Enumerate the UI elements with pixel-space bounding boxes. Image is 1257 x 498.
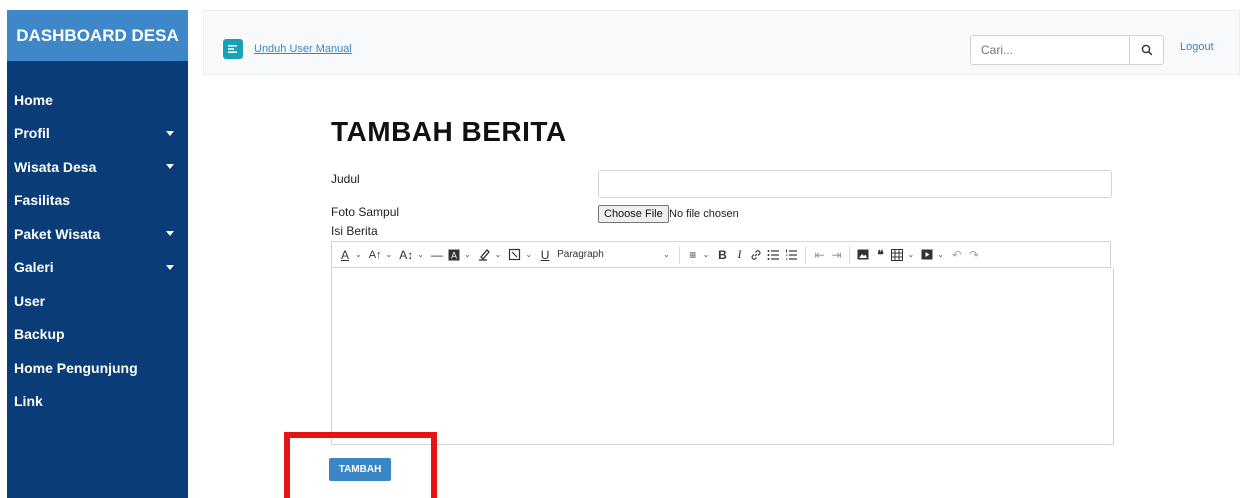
chevron-down-icon[interactable]: ⌄: [663, 250, 670, 259]
sidebar-item-fasilitas[interactable]: Fasilitas: [7, 184, 188, 218]
choose-file-button[interactable]: Choose File: [598, 205, 669, 223]
numbered-list-button[interactable]: [784, 246, 799, 264]
chevron-down-icon[interactable]: ⌄: [417, 250, 424, 259]
highlighter-icon: [478, 249, 490, 261]
caret-down-icon: [166, 130, 174, 136]
foto-sampul-label: Foto Sampul: [331, 205, 400, 219]
sidebar-item-label: User: [14, 292, 46, 309]
chevron-down-icon[interactable]: ⌄: [907, 250, 914, 259]
isi-berita-label: Isi Berita: [331, 224, 378, 238]
blockquote-button[interactable]: ❝: [873, 246, 887, 264]
font-size-button[interactable]: A↑: [368, 246, 383, 264]
paragraph-select-value: Paragraph: [557, 249, 604, 260]
insert-table-button[interactable]: [890, 246, 904, 264]
sidebar-item-label: Wisata Desa: [14, 158, 97, 175]
sidebar-item-paket-wisata[interactable]: Paket Wisata: [7, 217, 188, 251]
paragraph-select[interactable]: Paragraph: [555, 246, 645, 264]
top-navbar: Unduh User Manual Logout: [203, 10, 1240, 75]
sidebar-item-home-pengunjung[interactable]: Home Pengunjung: [7, 351, 188, 385]
page-title: TAMBAH BERITA: [331, 116, 567, 147]
highlight-box-icon: A: [448, 249, 460, 260]
insert-media-button[interactable]: [920, 246, 934, 264]
table-icon: [891, 248, 904, 261]
toolbar-separator: [678, 245, 680, 264]
brand-title[interactable]: DASHBOARD DESA: [7, 10, 188, 61]
italic-button[interactable]: I: [732, 246, 746, 264]
sidebar: DASHBOARD DESA Home Profil Wisata Desa F…: [7, 10, 188, 498]
undo-button[interactable]: ↶: [950, 246, 964, 264]
sidebar-toggle-button[interactable]: [223, 39, 243, 59]
chevron-down-icon[interactable]: ⌄: [937, 250, 944, 259]
caret-down-icon: [166, 164, 174, 170]
download-manual-link[interactable]: Unduh User Manual: [254, 43, 352, 55]
judul-label: Judul: [331, 172, 360, 186]
sidebar-item-profil[interactable]: Profil: [7, 117, 188, 151]
remove-format-button[interactable]: [507, 246, 522, 264]
bulleted-list-button[interactable]: [766, 246, 781, 264]
sidebar-item-galeri[interactable]: Galeri: [7, 251, 188, 285]
sidebar-nav: Home Profil Wisata Desa Fasilitas Paket …: [7, 83, 188, 418]
chevron-down-icon[interactable]: ⌄: [525, 250, 532, 259]
sidebar-item-label: Fasilitas: [14, 192, 71, 209]
sidebar-item-label: Profil: [14, 125, 50, 142]
chevron-down-icon[interactable]: ⌄: [703, 250, 710, 259]
sidebar-item-user[interactable]: User: [7, 284, 188, 318]
judul-input[interactable]: [598, 170, 1112, 198]
sidebar-item-label: Home Pengunjung: [14, 359, 138, 376]
sidebar-item-label: Backup: [14, 326, 65, 343]
underline-button[interactable]: U: [538, 246, 552, 264]
sidebar-item-link[interactable]: Link: [7, 385, 188, 419]
chevron-down-icon[interactable]: ⌄: [464, 250, 471, 259]
insert-image-button[interactable]: [856, 246, 870, 264]
chevron-down-icon[interactable]: ⌄: [495, 250, 502, 259]
media-icon: [921, 249, 933, 260]
font-color-button[interactable]: A: [338, 246, 352, 264]
text-size-button[interactable]: A↕: [398, 246, 414, 264]
toolbar-separator: [849, 245, 851, 264]
sidebar-item-label: Paket Wisata: [14, 225, 101, 242]
sidebar-item-label: Galeri: [14, 259, 54, 276]
sidebar-item-home[interactable]: Home: [7, 83, 188, 117]
sidebar-item-label: Home: [14, 91, 53, 108]
sidebar-item-label: Link: [14, 393, 43, 410]
editor-toolbar: A ⌄ A↑ ⌄ A↕ ⌄ — A ⌄ ⌄ ⌄ U Paragraph ⌄ ≡ ⌄ B I…: [331, 241, 1111, 268]
hamburger-icon: [228, 45, 237, 53]
search-icon: [1141, 44, 1152, 56]
search-input[interactable]: [970, 35, 1130, 65]
background-color-button[interactable]: A: [447, 246, 461, 264]
toolbar-separator: [805, 245, 807, 264]
svg-text:A: A: [451, 250, 457, 260]
image-icon: [857, 249, 869, 260]
search-button[interactable]: [1130, 35, 1164, 65]
highlight-annotation: [284, 432, 437, 498]
file-status-text: No file chosen: [669, 208, 739, 220]
chevron-down-icon[interactable]: ⌄: [386, 250, 393, 259]
editor-content-area[interactable]: [331, 268, 1114, 445]
caret-down-icon: [166, 264, 174, 270]
caret-down-icon: [166, 231, 174, 237]
outdent-button[interactable]: ⇤: [812, 246, 826, 264]
horizontal-line-button[interactable]: —: [430, 246, 444, 264]
chevron-down-icon[interactable]: ⌄: [355, 250, 362, 259]
indent-button[interactable]: ⇥: [829, 246, 843, 264]
numbered-list-icon: [786, 249, 798, 260]
highlighter-button[interactable]: [477, 246, 492, 264]
sidebar-item-wisata-desa[interactable]: Wisata Desa: [7, 150, 188, 184]
sidebar-item-backup[interactable]: Backup: [7, 318, 188, 352]
remove-format-icon: [509, 248, 521, 261]
bold-button[interactable]: B: [715, 246, 729, 264]
link-button[interactable]: [749, 246, 763, 264]
align-button[interactable]: ≡: [686, 246, 700, 264]
logout-link[interactable]: Logout: [1180, 41, 1214, 53]
redo-button[interactable]: ↷: [967, 246, 981, 264]
bulleted-list-icon: [767, 249, 780, 260]
link-icon: [752, 249, 761, 260]
